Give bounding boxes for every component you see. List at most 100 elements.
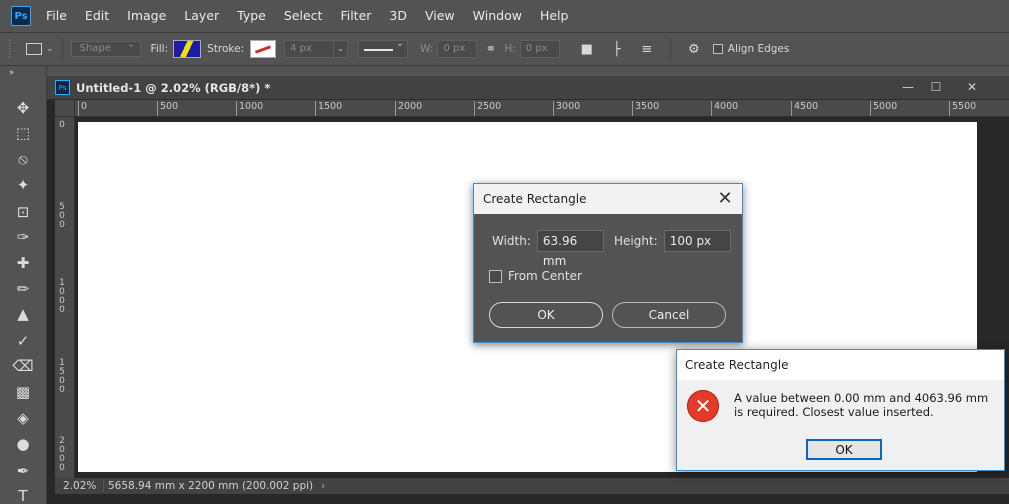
- width-row: Width: 63.96 mm: [492, 230, 604, 268]
- align-edges-checkbox[interactable]: [712, 44, 723, 54]
- stamp-tool-icon[interactable]: ▲: [12, 304, 34, 324]
- stroke-label: Stroke:: [207, 43, 245, 55]
- align-edges-label: Align Edges: [727, 43, 790, 55]
- ruler-tick-label: 1000: [236, 101, 263, 116]
- gear-icon[interactable]: ⚙: [685, 40, 703, 58]
- menu-3d[interactable]: 3D: [380, 0, 416, 32]
- eyedropper-icon[interactable]: ✑: [12, 227, 34, 247]
- fill-color-swatch[interactable]: [173, 40, 202, 58]
- ruler-tick-label: 2000: [59, 436, 65, 473]
- error-dialog-title: Create Rectangle: [685, 358, 789, 372]
- path-arrangement-icon[interactable]: ≡: [638, 40, 656, 58]
- divider: [61, 38, 63, 60]
- stroke-color-swatch[interactable]: [250, 40, 277, 58]
- eraser-tool-icon[interactable]: ⌫: [12, 356, 34, 376]
- options-bar: ⌄ Shape Fill: Stroke: 4 px ⌄ W: 0 px ⚭ H…: [0, 32, 1009, 66]
- document-size-info: 5658.94 mm x 2200 mm (200.002 ppi): [103, 480, 313, 492]
- from-center-checkbox[interactable]: [489, 269, 502, 283]
- ruler-tick-label: 5500: [949, 101, 976, 116]
- ruler-corner[interactable]: [55, 100, 75, 117]
- type-tool-icon[interactable]: T: [12, 486, 34, 504]
- error-icon: ✕: [687, 390, 719, 422]
- options-bar-grip[interactable]: [9, 39, 12, 59]
- menu-layer[interactable]: Layer: [175, 0, 228, 32]
- blur-tool-icon[interactable]: ◈: [12, 408, 34, 428]
- cancel-button[interactable]: Cancel: [612, 302, 726, 328]
- gradient-tool-icon[interactable]: ▩: [12, 382, 34, 402]
- menu-bar: Ps File Edit Image Layer Type Select Fil…: [0, 0, 1009, 32]
- ruler-tick-label: 4500: [791, 101, 818, 116]
- marquee-tool-icon[interactable]: ⬚: [12, 123, 34, 143]
- dialog-titlebar[interactable]: Create Rectangle ✕: [474, 184, 742, 214]
- link-icon[interactable]: ⚭: [485, 42, 496, 57]
- status-bar: 2.02% 5658.94 mm x 2200 mm (200.002 ppi)…: [55, 478, 1009, 494]
- ruler-horizontal[interactable]: 0 500 1000 1500 2000 2500 3000 3500 4000…: [75, 100, 1009, 117]
- tool-mode-select[interactable]: Shape: [70, 38, 141, 57]
- divider: [669, 38, 671, 60]
- height-row: Height: 100 px: [614, 230, 731, 252]
- stroke-type-select[interactable]: [358, 38, 409, 58]
- menu-image[interactable]: Image: [118, 0, 175, 32]
- move-tool-icon[interactable]: ✥: [12, 98, 34, 118]
- minimize-icon[interactable]: —: [895, 78, 921, 96]
- stroke-width-input[interactable]: 4 px: [284, 40, 335, 58]
- height-field[interactable]: 100 px: [663, 230, 731, 252]
- photoshop-logo-icon: Ps: [11, 6, 31, 26]
- menu-help[interactable]: Help: [531, 0, 578, 32]
- lasso-tool-icon[interactable]: ⦸: [12, 149, 34, 169]
- from-center-row: From Center: [489, 269, 582, 283]
- ruler-tick-label: 1500: [59, 358, 65, 395]
- close-icon[interactable]: ✕: [715, 189, 735, 209]
- zoom-level[interactable]: 2.02%: [55, 480, 103, 492]
- ruler-tick-label: 500: [157, 101, 178, 116]
- menu-view[interactable]: View: [416, 0, 464, 32]
- pen-tool-icon[interactable]: ✒: [12, 461, 34, 481]
- dodge-tool-icon[interactable]: ●: [12, 434, 34, 454]
- path-operations-icon[interactable]: ■: [578, 40, 596, 58]
- rectangle-tool-icon[interactable]: [26, 43, 42, 55]
- ruler-tick-label: 3500: [632, 101, 659, 116]
- ruler-tick-label: 5000: [870, 101, 897, 116]
- error-dialog: Create Rectangle ✕ A value between 0.00 …: [676, 349, 1005, 471]
- photoshop-document-icon: Ps: [55, 80, 70, 95]
- error-message: A value between 0.00 mm and 4063.96 mm i…: [734, 391, 989, 419]
- error-dialog-body: ✕ A value between 0.00 mm and 4063.96 mm…: [677, 380, 1004, 470]
- create-rectangle-dialog: Create Rectangle ✕ Width: 63.96 mm Heigh…: [473, 183, 743, 343]
- ruler-tick-label: 1500: [315, 101, 342, 116]
- menu-window[interactable]: Window: [464, 0, 531, 32]
- ruler-tick-label: 2500: [474, 101, 501, 116]
- healing-brush-icon[interactable]: ✚: [12, 253, 34, 273]
- chevron-down-icon[interactable]: ⌄: [46, 44, 54, 54]
- width-field[interactable]: 63.96 mm: [536, 230, 604, 268]
- magic-wand-icon[interactable]: ✦: [12, 175, 34, 195]
- document-tab[interactable]: Ps Untitled-1 @ 2.02% (RGB/8*) * — ☐ ✕: [47, 76, 1009, 100]
- ruler-tick-label: 4000: [711, 101, 738, 116]
- from-center-label[interactable]: From Center: [508, 269, 582, 283]
- ruler-vertical[interactable]: 0 500 1000 1500 2000: [55, 117, 75, 478]
- collapse-icon[interactable]: ››: [9, 68, 14, 78]
- height-label: Height:: [614, 234, 658, 248]
- chevron-right-icon[interactable]: ›: [321, 480, 325, 492]
- history-brush-icon[interactable]: ✓: [12, 331, 34, 351]
- menu-edit[interactable]: Edit: [76, 0, 118, 32]
- close-icon[interactable]: ✕: [959, 78, 985, 96]
- width-label: Width:: [492, 234, 531, 248]
- ok-button[interactable]: OK: [489, 302, 603, 328]
- height-input[interactable]: 0 px: [519, 40, 560, 58]
- menu-select[interactable]: Select: [275, 0, 332, 32]
- brush-tool-icon[interactable]: ✏: [12, 279, 34, 299]
- crop-tool-icon[interactable]: ⊡: [12, 202, 34, 222]
- maximize-icon[interactable]: ☐: [923, 78, 949, 96]
- menu-filter[interactable]: Filter: [331, 0, 380, 32]
- dialog-title: Create Rectangle: [483, 192, 587, 206]
- error-ok-button[interactable]: OK: [806, 439, 882, 460]
- error-dialog-titlebar[interactable]: Create Rectangle: [677, 350, 1004, 380]
- ruler-tick-label: 500: [59, 202, 65, 230]
- path-alignment-icon[interactable]: ├: [608, 40, 626, 58]
- menu-type[interactable]: Type: [228, 0, 275, 32]
- chevron-down-icon[interactable]: ⌄: [334, 40, 349, 58]
- width-input[interactable]: 0 px: [437, 40, 478, 58]
- ruler-tick-label: 2000: [395, 101, 422, 116]
- ruler-tick-label: 0: [59, 120, 65, 130]
- menu-file[interactable]: File: [37, 0, 76, 32]
